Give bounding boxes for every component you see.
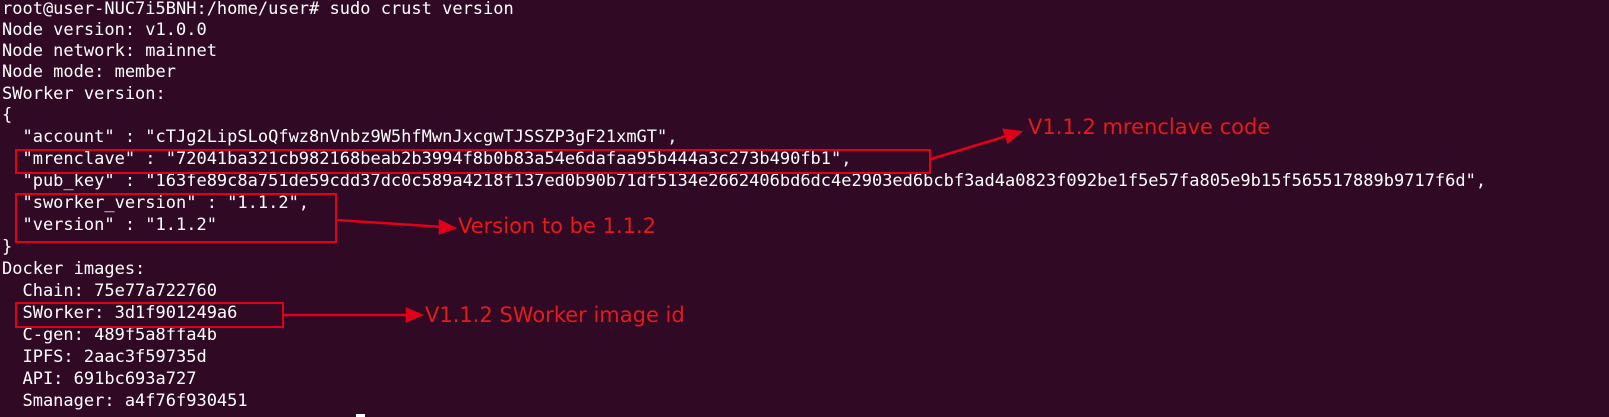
annotation-version-label: Version to be 1.1.2 xyxy=(458,214,657,238)
terminal-line-smanager-image: Smanager: a4f76f930451 xyxy=(2,391,248,411)
terminal-line-sworker-version-label: SWorker version: xyxy=(2,84,166,104)
highlight-box-sworker-image xyxy=(15,302,284,328)
terminal-line-account: "account" : "cTJg2LipSLoQfwz8nVnbz9W5hfM… xyxy=(2,127,678,147)
terminal-line-command-prompt: root@user-NUC7i5BNH:/home/user# sudo cru… xyxy=(2,0,514,19)
terminal-line-open-brace: { xyxy=(2,105,13,125)
terminal-line-chain-image: Chain: 75e77a722760 xyxy=(2,281,217,301)
annotation-sworker-image-label: V1.1.2 SWorker image id xyxy=(425,303,685,327)
terminal-line-ipfs-image: IPFS: 2aac3f59735d xyxy=(2,347,207,367)
terminal-line-close-brace: } xyxy=(2,237,13,257)
terminal-line-node-version: Node version: v1.0.0 xyxy=(2,20,207,40)
annotation-mrenclave-label: V1.1.2 mrenclave code xyxy=(1028,115,1271,139)
terminal-line-node-network: Node network: mainnet xyxy=(2,41,217,61)
terminal-line-docker-images-label: Docker images: xyxy=(2,259,146,279)
terminal-line-api-image: API: 691bc693a727 xyxy=(2,369,197,389)
terminal-line-node-mode: Node mode: member xyxy=(2,62,176,82)
highlight-box-version xyxy=(15,193,337,243)
highlight-box-mrenclave xyxy=(15,149,931,174)
